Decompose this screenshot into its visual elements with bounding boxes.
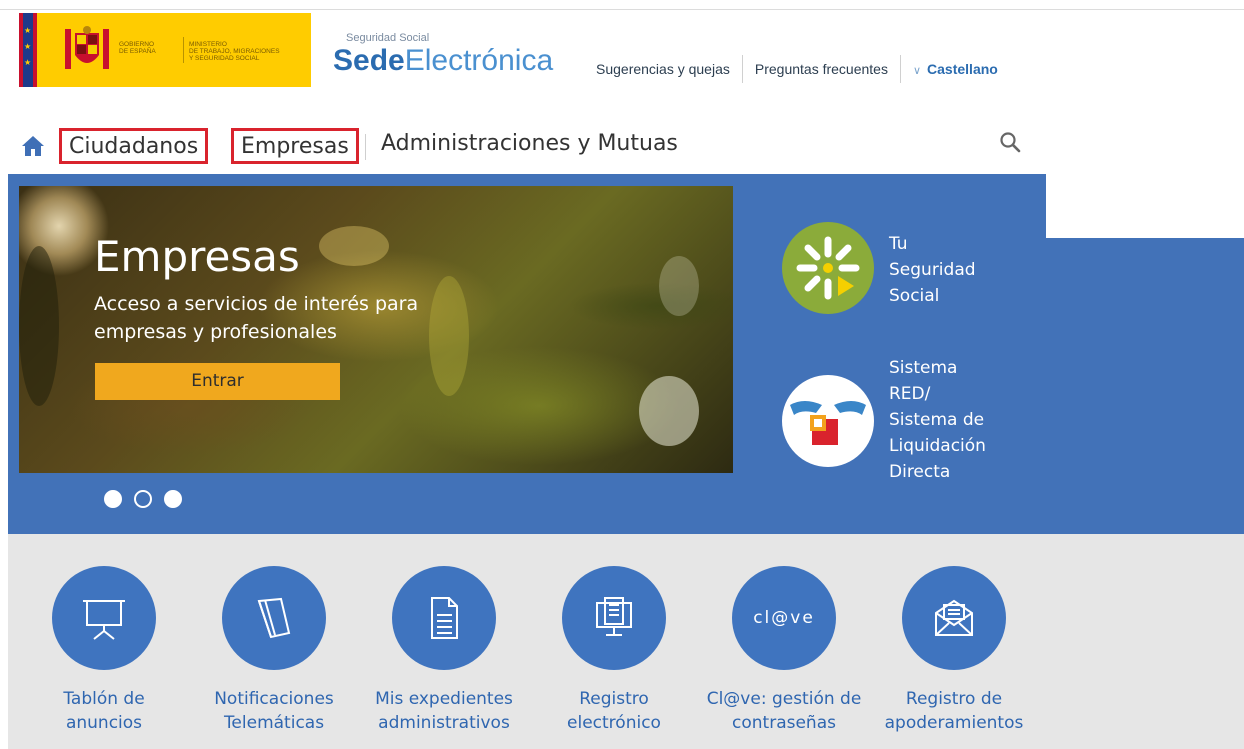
side-label-line: Tu — [889, 234, 908, 254]
service-registro-electronico[interactable]: Registro electrónico — [529, 566, 699, 735]
nav-administraciones[interactable]: Administraciones y Mutuas — [374, 128, 685, 164]
government-logo[interactable]: ★ ★ ★ GOBIERNO DE ESPAÑA MINISTERIO DE T… — [19, 13, 311, 87]
sede-logo-bold: Sede — [333, 44, 405, 77]
service-label: Cl@ve: gestión de contraseñas — [706, 689, 862, 733]
main-nav: Ciudadanos Empresas Administraciones y M… — [0, 126, 1244, 164]
side-label-line: Seguridad — [889, 260, 976, 280]
service-notificaciones[interactable]: Notificaciones Telemáticas — [189, 566, 359, 735]
star-icon: ★ — [24, 26, 32, 35]
utility-links: Sugerencias y quejas Preguntas frecuente… — [596, 55, 998, 83]
suggestions-link[interactable]: Sugerencias y quejas — [596, 55, 743, 83]
presentation-board-icon — [52, 566, 156, 670]
star-icon: ★ — [24, 42, 32, 51]
banner-title: Empresas — [94, 232, 300, 281]
home-icon[interactable] — [21, 135, 45, 157]
side-label-line: Liquidación — [889, 436, 986, 456]
banner-subtitle: Acceso a servicios de interés para empre… — [94, 293, 419, 343]
search-icon[interactable] — [999, 131, 1021, 153]
service-clave[interactable]: cl@ve Cl@ve: gestión de contraseñas — [699, 566, 869, 735]
sede-subtitle: Seguridad Social — [346, 32, 430, 44]
nav-divider — [365, 134, 366, 160]
service-tablon[interactable]: Tablón de anuncios — [19, 566, 189, 735]
sede-logo-light: Electrónica — [404, 44, 554, 77]
side-label-line: Sistema — [889, 358, 958, 378]
ministry-text: MINISTERIO DE TRABAJO, MIGRACIONES Y SEG… — [189, 41, 280, 62]
faq-link[interactable]: Preguntas frecuentes — [743, 55, 901, 83]
logo-separator — [183, 37, 184, 63]
top-divider — [0, 9, 1244, 10]
chevron-down-icon: ∨ — [912, 65, 922, 77]
computer-document-icon — [562, 566, 666, 670]
service-expedientes[interactable]: Mis expedientes administrativos — [359, 566, 529, 735]
nav-ciudadanos[interactable]: Ciudadanos — [59, 128, 209, 164]
government-text: GOBIERNO DE ESPAÑA — [119, 41, 156, 55]
side-label-line: Sistema de — [889, 410, 985, 430]
carousel-dot[interactable] — [104, 490, 122, 508]
document-icon — [392, 566, 496, 670]
notification-pages-icon — [222, 566, 326, 670]
tu-seguridad-social-link[interactable]: Tu Seguridad Social — [889, 231, 976, 309]
side-label-line: RED/ — [889, 384, 931, 404]
service-label: Tablón de anuncios — [63, 689, 145, 733]
sistema-red-link[interactable]: Sistema RED/ Sistema de Liquidación Dire… — [889, 355, 986, 485]
enter-button[interactable]: Entrar — [95, 363, 340, 400]
sede-logo[interactable]: SedeElectrónica — [333, 44, 553, 78]
star-icon: ★ — [24, 58, 32, 67]
side-label-line: Social — [889, 286, 940, 306]
carousel-dot[interactable] — [164, 490, 182, 508]
carousel-dot-active[interactable] — [134, 490, 152, 508]
sistema-red-logo-icon[interactable] — [782, 375, 874, 467]
service-label: Mis expedientes administrativos — [375, 689, 513, 733]
coat-of-arms-icon — [65, 26, 109, 69]
nav-empresas[interactable]: Empresas — [231, 128, 359, 164]
envelope-icon — [902, 566, 1006, 670]
language-selector[interactable]: ∨ Castellano — [901, 61, 998, 77]
carousel-indicators — [104, 490, 182, 508]
service-label: Registro de apoderamientos — [884, 689, 1024, 733]
language-label: Castellano — [927, 61, 998, 77]
clave-logo-icon: cl@ve — [732, 566, 836, 670]
service-label: Registro electrónico — [567, 689, 661, 733]
side-label-line: Directa — [889, 462, 951, 482]
clave-logo-text: cl@ve — [753, 608, 815, 628]
service-label: Notificaciones Telemáticas — [214, 689, 334, 733]
tu-seguridad-social-logo-icon[interactable] — [782, 222, 874, 314]
service-apoderamientos[interactable]: Registro de apoderamientos — [869, 566, 1039, 735]
